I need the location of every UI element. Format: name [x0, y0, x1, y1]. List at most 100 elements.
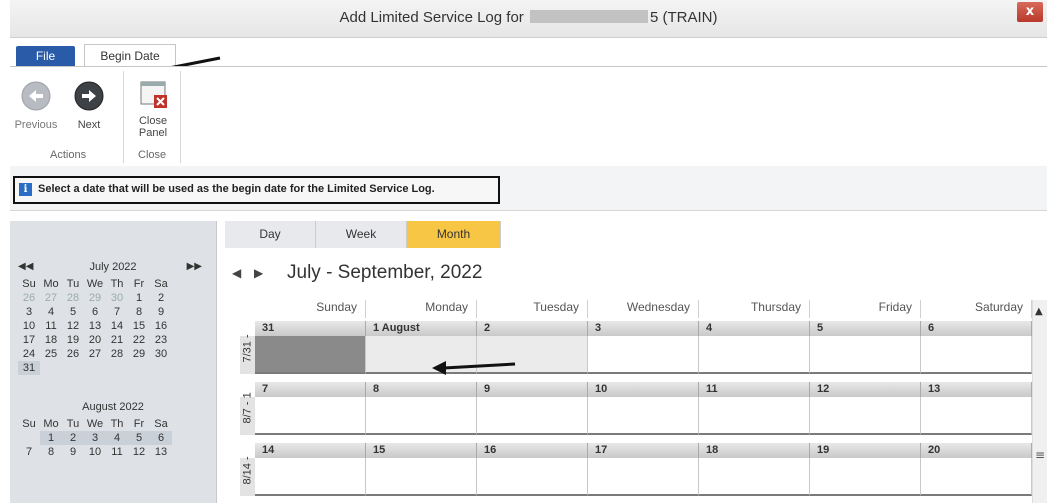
- mini-day[interactable]: 28: [106, 347, 128, 361]
- day-cell[interactable]: [366, 397, 477, 435]
- mini-day[interactable]: 19: [62, 333, 84, 347]
- mini-day[interactable]: 11: [106, 445, 128, 459]
- mini-day[interactable]: 31: [18, 361, 40, 375]
- week-label: 7/31 -: [240, 334, 256, 374]
- mini-day[interactable]: 6: [84, 305, 106, 319]
- mini-day[interactable]: 7: [18, 445, 40, 459]
- mini-day[interactable]: 23: [150, 333, 172, 347]
- mini-day[interactable]: 17: [18, 333, 40, 347]
- tab-month[interactable]: Month: [407, 221, 501, 248]
- group-actions-label: Actions: [50, 149, 87, 161]
- mini-day[interactable]: 2: [62, 431, 84, 445]
- day-cell[interactable]: [921, 458, 1032, 496]
- mini-week-row: 3456789: [18, 305, 208, 319]
- mini-day[interactable]: 12: [62, 319, 84, 333]
- close-window-button[interactable]: x: [1017, 2, 1043, 22]
- mini-day[interactable]: 24: [18, 347, 40, 361]
- mini-day[interactable]: 4: [106, 431, 128, 445]
- day-cell[interactable]: [477, 397, 588, 435]
- calendar-week-row: 8/7 - 1 7 8 9 10 11 12 13: [240, 382, 1038, 435]
- mini-day[interactable]: 12: [128, 445, 150, 459]
- mini-day[interactable]: 21: [106, 333, 128, 347]
- mini-dow: Tu: [66, 418, 80, 430]
- scroll-up-icon[interactable]: ▲: [1035, 306, 1043, 317]
- mini-day[interactable]: 18: [40, 333, 62, 347]
- calendar-next-icon[interactable]: ▶: [254, 266, 263, 280]
- mini-day[interactable]: 4: [40, 305, 62, 319]
- calendar-scrollbar[interactable]: ▲ ≡: [1032, 300, 1047, 503]
- mini-day[interactable]: 27: [84, 347, 106, 361]
- tab-file[interactable]: File: [16, 46, 75, 66]
- day-cell[interactable]: [588, 458, 699, 496]
- mini-day: [150, 361, 172, 375]
- mini-day[interactable]: 10: [84, 445, 106, 459]
- day-cell[interactable]: [810, 458, 921, 496]
- day-cell[interactable]: [810, 336, 921, 374]
- mini-day[interactable]: 13: [150, 445, 172, 459]
- mini-day[interactable]: 7: [106, 305, 128, 319]
- mini-day[interactable]: 9: [150, 305, 172, 319]
- mini-day[interactable]: 5: [128, 431, 150, 445]
- mini-weeks: 1 2 3 4 5 6 7 8 9 10 11 12 13: [18, 431, 208, 459]
- mini-day[interactable]: 9: [62, 445, 84, 459]
- day-cell[interactable]: [366, 458, 477, 496]
- day-header: 3: [588, 321, 699, 336]
- mini-day[interactable]: 1: [40, 431, 62, 445]
- mini-day[interactable]: 6: [150, 431, 172, 445]
- mini-day[interactable]: 3: [84, 431, 106, 445]
- close-panel-icon: [138, 79, 168, 109]
- calendar-prev-icon[interactable]: ◀: [232, 266, 241, 280]
- previous-button[interactable]: Previous: [14, 81, 58, 131]
- mini-day[interactable]: 28: [62, 291, 84, 305]
- mini-day[interactable]: 13: [84, 319, 106, 333]
- mini-day[interactable]: 10: [18, 319, 40, 333]
- mini-next-button[interactable]: ▶▶: [187, 261, 202, 272]
- next-button[interactable]: Next: [72, 81, 106, 131]
- mini-day[interactable]: 25: [40, 347, 62, 361]
- mini-day[interactable]: 11: [40, 319, 62, 333]
- mini-weeks: 26 27 28 29 30 1 2 3 4 5 6 7 8 9 10 11 12 13 14 15 16 17 18 19 2…: [18, 291, 208, 375]
- mini-day[interactable]: 30: [106, 291, 128, 305]
- mini-day[interactable]: 8: [128, 305, 150, 319]
- annotation-arrow-icon: [432, 361, 516, 375]
- mini-day[interactable]: 16: [150, 319, 172, 333]
- mini-day[interactable]: 30: [150, 347, 172, 361]
- day-cell[interactable]: [699, 336, 810, 374]
- day-cell[interactable]: [810, 397, 921, 435]
- day-header: 17: [588, 443, 699, 458]
- mini-day[interactable]: 20: [84, 333, 106, 347]
- mini-day[interactable]: 29: [128, 347, 150, 361]
- mini-day[interactable]: 3: [18, 305, 40, 319]
- day-cell[interactable]: [588, 397, 699, 435]
- day-cell[interactable]: [699, 458, 810, 496]
- mini-day[interactable]: 8: [40, 445, 62, 459]
- next-label: Next: [77, 119, 101, 131]
- day-cell[interactable]: [477, 458, 588, 496]
- dow-sunday: Sunday: [255, 300, 366, 318]
- mini-prev-button[interactable]: ◀◀: [18, 261, 33, 272]
- day-cell[interactable]: [255, 336, 366, 374]
- day-cell[interactable]: [699, 397, 810, 435]
- tab-day[interactable]: Day: [225, 221, 316, 248]
- day-cell[interactable]: [255, 458, 366, 496]
- mini-day[interactable]: 15: [128, 319, 150, 333]
- mini-day[interactable]: 29: [84, 291, 106, 305]
- mini-day[interactable]: 27: [40, 291, 62, 305]
- day-cell[interactable]: [921, 397, 1032, 435]
- mini-day[interactable]: 22: [128, 333, 150, 347]
- mini-dow: Th: [110, 278, 124, 290]
- day-cell[interactable]: [921, 336, 1032, 374]
- day-cell[interactable]: [588, 336, 699, 374]
- close-panel-button[interactable]: Close Panel: [130, 79, 176, 139]
- mini-day[interactable]: 14: [106, 319, 128, 333]
- mini-day[interactable]: 5: [62, 305, 84, 319]
- mini-day[interactable]: 2: [150, 291, 172, 305]
- day-cell[interactable]: [255, 397, 366, 435]
- mini-day[interactable]: 26: [18, 291, 40, 305]
- tab-week[interactable]: Week: [316, 221, 407, 248]
- mini-dow: Sa: [154, 418, 168, 430]
- mini-day[interactable]: 26: [62, 347, 84, 361]
- scroll-grip-icon[interactable]: ≡: [1035, 448, 1045, 462]
- mini-day[interactable]: 1: [128, 291, 150, 305]
- mini-day: [40, 361, 62, 375]
